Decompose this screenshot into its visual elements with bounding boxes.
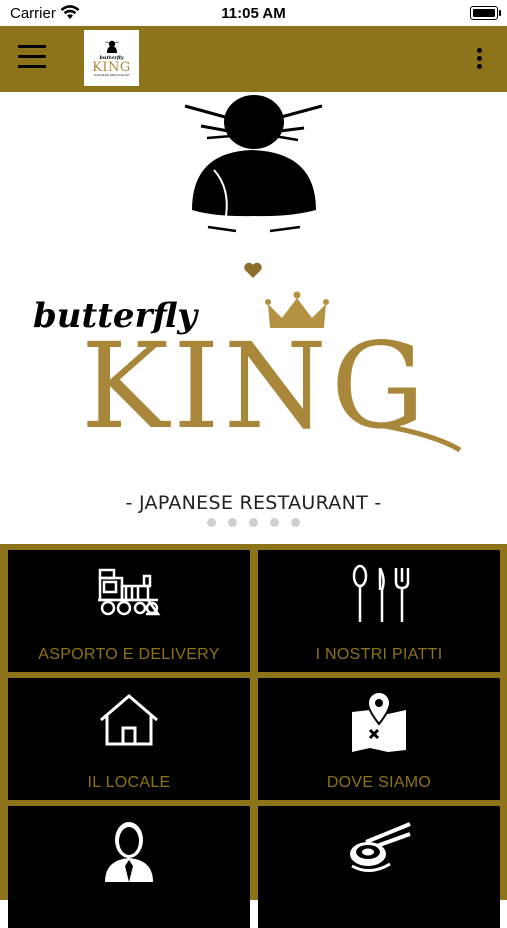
tile-dove-siamo[interactable]: DOVE SIAMO bbox=[258, 678, 500, 800]
slider-dot[interactable] bbox=[291, 518, 300, 527]
house-icon bbox=[100, 694, 158, 746]
app-bar: butterfly KING JAPANESE RESTAURANT bbox=[0, 26, 507, 92]
app-logo[interactable]: butterfly KING JAPANESE RESTAURANT bbox=[84, 30, 139, 86]
tile-il-locale[interactable]: IL LOCALE bbox=[8, 678, 250, 800]
tile-asporto-delivery[interactable]: ASPORTO E DELIVERY bbox=[8, 550, 250, 672]
tile-sushi[interactable] bbox=[258, 806, 500, 928]
train-icon bbox=[98, 568, 161, 616]
geisha-icon bbox=[184, 95, 323, 233]
battery-icon bbox=[470, 6, 501, 20]
slider-dot[interactable] bbox=[207, 518, 216, 527]
tile-person[interactable] bbox=[8, 806, 250, 928]
hero-brand-name: KING bbox=[81, 317, 429, 455]
clock: 11:05 AM bbox=[221, 5, 286, 22]
hero-subtitle: - JAPANESE RESTAURANT - bbox=[125, 492, 382, 514]
person-icon bbox=[105, 822, 153, 882]
tile-label: I NOSTRI PIATTI bbox=[315, 646, 443, 663]
tile-label: IL LOCALE bbox=[87, 774, 171, 791]
map-pin-icon bbox=[352, 692, 406, 752]
hamburger-menu-button[interactable] bbox=[18, 45, 46, 69]
slider-dot[interactable] bbox=[249, 518, 258, 527]
tile-nostri-piatti[interactable]: I NOSTRI PIATTI bbox=[258, 550, 500, 672]
app-logo-name: KING bbox=[92, 59, 131, 75]
slider-dot[interactable] bbox=[228, 518, 237, 527]
tile-label: ASPORTO E DELIVERY bbox=[38, 646, 220, 663]
overflow-menu-button[interactable] bbox=[477, 48, 483, 70]
cutlery-icon bbox=[352, 564, 410, 622]
app-logo-sub: JAPANESE RESTAURANT bbox=[93, 72, 130, 77]
slider-pagination[interactable] bbox=[0, 514, 507, 532]
status-bar: Carrier 11:05 AM bbox=[0, 0, 507, 26]
menu-grid: ASPORTO E DELIVERY I NOSTRI PIATTI IL LO bbox=[0, 544, 507, 928]
hero-logo: butterfly KING bbox=[33, 95, 462, 455]
tile-label: DOVE SIAMO bbox=[326, 774, 432, 791]
sushi-chopsticks-icon bbox=[350, 822, 411, 872]
slider-dot[interactable] bbox=[270, 518, 279, 527]
hero-slider[interactable]: butterfly KING - JAPANESE RESTAURANT - bbox=[0, 92, 507, 544]
heart-icon bbox=[244, 262, 262, 278]
geisha-mini-icon bbox=[104, 40, 119, 53]
